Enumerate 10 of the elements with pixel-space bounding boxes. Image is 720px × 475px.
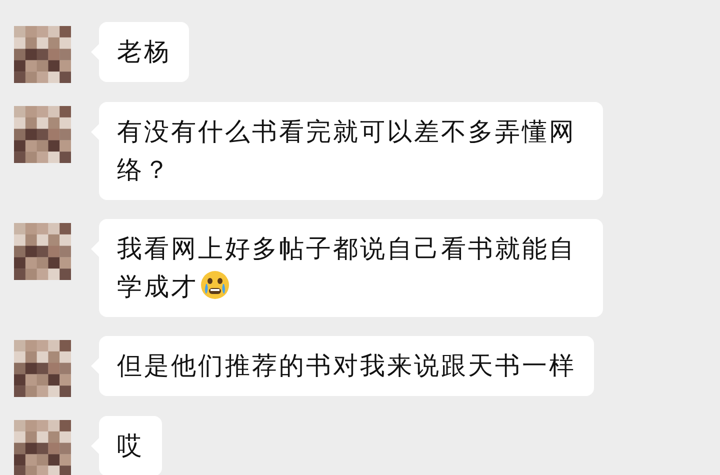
avatar xyxy=(14,26,71,83)
avatar xyxy=(14,420,71,475)
message-text: 有没有什么书看完就可以差不多弄懂网络？ xyxy=(117,117,576,184)
avatar xyxy=(14,106,71,163)
message-text: 老杨 xyxy=(117,37,171,66)
avatar xyxy=(14,223,71,280)
avatar xyxy=(14,340,71,397)
message-text: 我看网上好多帖子都说自己看书就能自学成才 xyxy=(117,234,576,301)
message-text: 哎 xyxy=(117,431,144,460)
message-text: 但是他们推荐的书对我来说跟天书一样 xyxy=(117,351,576,380)
